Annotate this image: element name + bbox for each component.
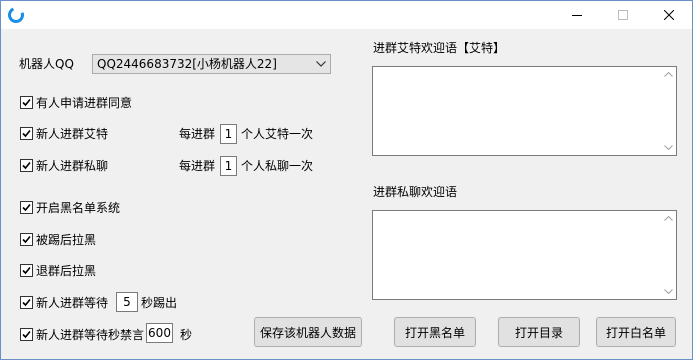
- minimize-button[interactable]: [554, 1, 600, 29]
- welcome-pm-label: 进群私聊欢迎语: [373, 185, 458, 199]
- chevron-down-icon: [316, 61, 326, 67]
- join-at-checkbox[interactable]: [20, 127, 33, 140]
- wait-kick-seconds-input[interactable]: 5: [116, 292, 138, 312]
- welcome-at-textarea[interactable]: [372, 66, 677, 156]
- join-approve-label: 有人申请进群同意: [36, 96, 133, 110]
- join-pm-label: 新人进群私聊: [36, 159, 109, 173]
- wait-mute-checkbox[interactable]: [20, 328, 33, 341]
- scroll-up-icon: [664, 72, 673, 77]
- robot-qq-label: 机器人QQ: [19, 57, 74, 71]
- checkmark-icon: [22, 330, 31, 339]
- scroll-down-icon: [664, 145, 673, 150]
- join-at-every-suffix: 个人艾特一次: [241, 127, 314, 141]
- open-whitelist-button[interactable]: 打开白名单: [596, 317, 676, 347]
- join-pm-every-suffix: 个人私聊一次: [241, 159, 314, 173]
- checkmark-icon: [22, 129, 31, 138]
- join-approve-checkbox[interactable]: [20, 96, 33, 109]
- wait-kick-suffix: 秒踢出: [141, 296, 178, 310]
- scroll-down-icon: [664, 289, 673, 294]
- checkmark-icon: [22, 98, 31, 107]
- robot-select-value: QQ2446683732[小杨机器人22]: [97, 57, 277, 71]
- close-icon: [664, 10, 674, 20]
- minimize-icon: [572, 15, 582, 16]
- quit-black-checkbox[interactable]: [20, 264, 33, 277]
- robot-select[interactable]: QQ2446683732[小杨机器人22]: [92, 54, 331, 74]
- close-button[interactable]: [646, 1, 692, 29]
- wait-kick-label: 新人进群等待: [36, 296, 109, 310]
- wait-mute-suffix: 秒: [180, 328, 193, 342]
- join-at-every-input[interactable]: 1: [220, 124, 237, 144]
- kicked-black-checkbox[interactable]: [20, 233, 33, 246]
- join-at-label: 新人进群艾特: [36, 127, 109, 141]
- quit-black-label: 退群后拉黑: [36, 264, 97, 278]
- save-robot-data-button[interactable]: 保存该机器人数据: [254, 317, 362, 347]
- scroll-up-icon: [664, 216, 673, 221]
- join-pm-every-input[interactable]: 1: [220, 156, 237, 176]
- join-at-every-prefix: 每进群: [179, 127, 216, 141]
- maximize-icon: [618, 10, 628, 20]
- open-directory-button[interactable]: 打开目录: [498, 317, 580, 347]
- checkmark-icon: [22, 161, 31, 170]
- welcome-pm-textarea[interactable]: [372, 210, 677, 300]
- title-bar: [1, 1, 692, 29]
- join-pm-every-prefix: 每进群: [179, 159, 216, 173]
- checkmark-icon: [22, 235, 31, 244]
- open-blacklist-button[interactable]: 打开黑名单: [394, 317, 476, 347]
- blacklist-label: 开启黑名单系统: [36, 201, 121, 215]
- blacklist-checkbox[interactable]: [20, 201, 33, 214]
- wait-mute-label: 新人进群等待秒禁言: [36, 328, 145, 342]
- checkmark-icon: [22, 266, 31, 275]
- join-pm-checkbox[interactable]: [20, 159, 33, 172]
- kicked-black-label: 被踢后拉黑: [36, 233, 97, 247]
- wait-kick-checkbox[interactable]: [20, 296, 33, 309]
- welcome-pm-scrollbar[interactable]: [659, 211, 676, 299]
- main-window: 机器人QQ QQ2446683732[小杨机器人22] 有人申请进群同意 新人进…: [0, 0, 693, 360]
- checkmark-icon: [22, 203, 31, 212]
- maximize-button[interactable]: [600, 1, 646, 29]
- welcome-at-scrollbar[interactable]: [659, 67, 676, 155]
- wait-mute-seconds-input[interactable]: 600: [146, 323, 173, 343]
- checkmark-icon: [22, 298, 31, 307]
- app-logo-icon: [8, 7, 24, 23]
- welcome-at-label: 进群艾特欢迎语【艾特】: [373, 41, 506, 55]
